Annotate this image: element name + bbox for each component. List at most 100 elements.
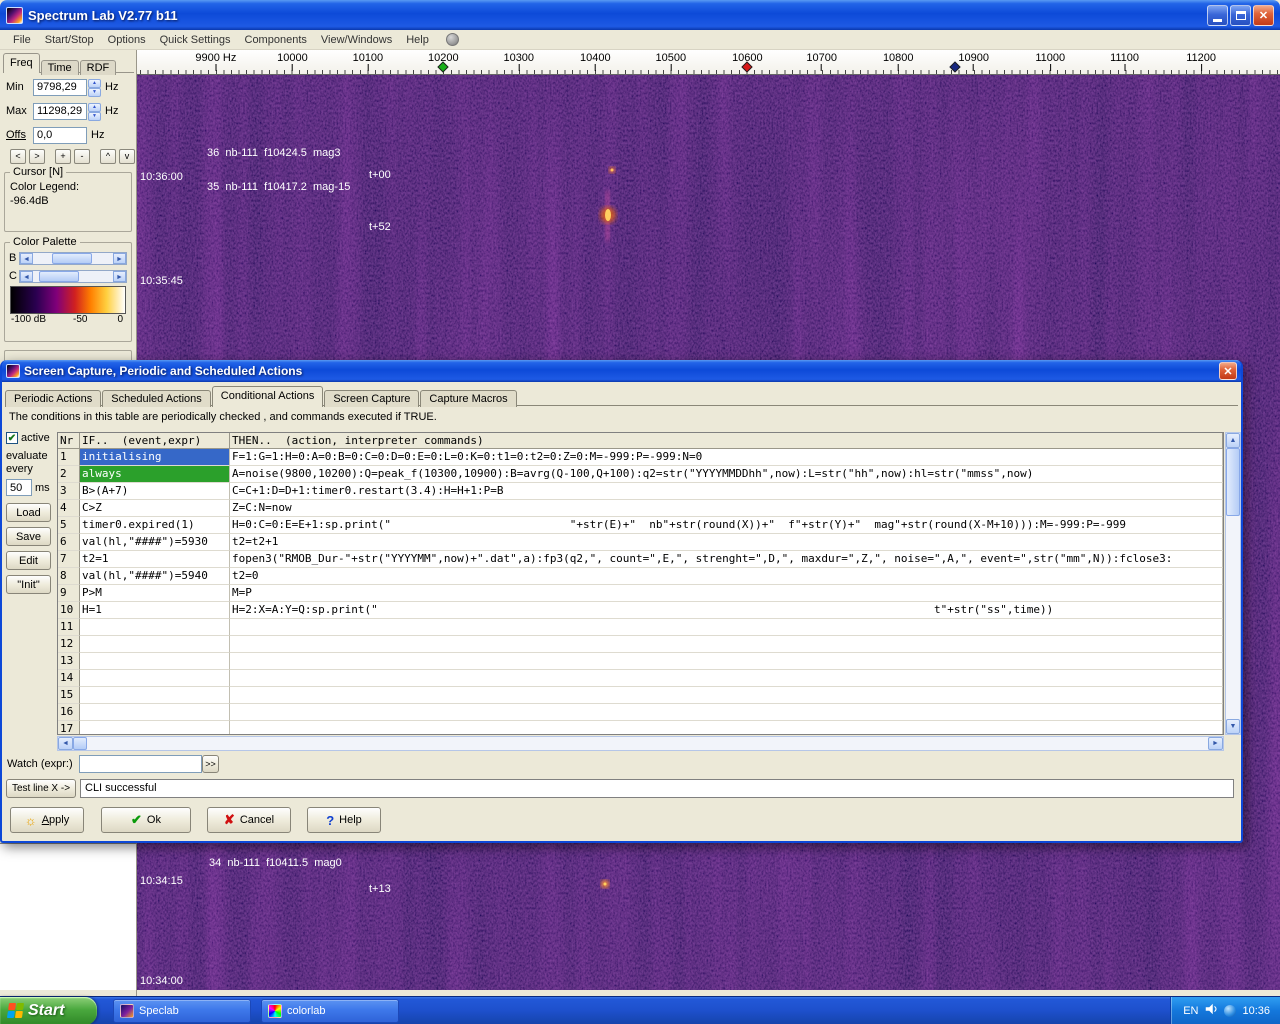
cancel-button[interactable]: ✘ Cancel [207, 807, 291, 833]
then-cell[interactable]: F=1:G=1:H=0:A=0:B=0:C=0:D=0:E=0:L=0:K=0:… [230, 449, 1223, 466]
menu-item[interactable]: View/Windows [314, 32, 399, 48]
scrollbar-thumb[interactable] [73, 737, 87, 750]
frequency-ruler[interactable]: 9900 Hz 10000 10100 10200 10300 10400 10500 106… [137, 50, 1280, 75]
interval-input[interactable] [6, 479, 32, 496]
then-cell[interactable] [230, 653, 1223, 670]
close-button[interactable]: ✕ [1253, 4, 1274, 26]
table-row[interactable]: 17 [58, 721, 1223, 734]
table-row[interactable]: 9 P>M M=P [58, 585, 1223, 602]
active-checkbox[interactable]: ✔ active [6, 432, 56, 444]
dialog-tab[interactable]: Capture Macros [420, 390, 517, 407]
test-line-button[interactable]: Test line X -> [6, 779, 76, 798]
if-cell[interactable]: t2=1 [80, 551, 230, 568]
minimize-button[interactable] [1207, 4, 1228, 26]
menu-item[interactable]: Options [101, 32, 153, 48]
table-row[interactable]: 6 val(hl,"####")=5930 t2=t2+1 [58, 534, 1223, 551]
dialog-tab[interactable]: Screen Capture [324, 390, 420, 407]
then-cell[interactable] [230, 619, 1223, 636]
spin-up-icon[interactable]: ▲ [88, 78, 101, 88]
scroll-right-icon[interactable]: ► [1208, 737, 1223, 750]
then-cell[interactable] [230, 687, 1223, 704]
dialog-close-button[interactable]: ✕ [1219, 362, 1237, 380]
if-cell[interactable]: initialising [80, 449, 230, 466]
table-vertical-scrollbar[interactable]: ▲ ▼ [1225, 432, 1241, 735]
spin-down-icon[interactable]: ▼ [88, 87, 101, 97]
if-cell[interactable] [80, 670, 230, 687]
watch-input[interactable] [79, 755, 202, 773]
table-row[interactable]: 14 [58, 670, 1223, 687]
contrast-slider[interactable]: ◄ ► [19, 269, 127, 283]
if-cell[interactable]: val(hl,"####")=5940 [80, 568, 230, 585]
brightness-slider[interactable]: ◄ ► [19, 251, 127, 265]
max-input[interactable] [33, 102, 87, 120]
checkbox-check-icon[interactable]: ✔ [6, 432, 18, 444]
dialog-tab[interactable]: Scheduled Actions [102, 390, 211, 407]
volume-icon[interactable] [1204, 1002, 1218, 1019]
menu-item[interactable]: Help [399, 32, 436, 48]
then-cell[interactable]: fopen3("RMOB_Dur-"+str("YYYYMM",now)+".d… [230, 551, 1223, 568]
dialog-titlebar[interactable]: Screen Capture, Periodic and Scheduled A… [2, 360, 1241, 382]
table-horizontal-scrollbar[interactable]: ◄ ► [57, 736, 1224, 751]
if-cell[interactable] [80, 704, 230, 721]
dialog-side-button[interactable]: Edit [6, 551, 51, 570]
if-cell[interactable]: timer0.expired(1) [80, 517, 230, 534]
table-row[interactable]: 12 [58, 636, 1223, 653]
then-cell[interactable]: t2=t2+1 [230, 534, 1223, 551]
then-cell[interactable]: t2=0 [230, 568, 1223, 585]
slider-right-icon[interactable]: ► [113, 270, 126, 282]
then-cell[interactable]: C=C+1:D=D+1:timer0.restart(3.4):H=H+1:P=… [230, 483, 1223, 500]
panel-tab[interactable]: Time [40, 60, 79, 75]
if-cell[interactable] [80, 687, 230, 704]
table-row[interactable]: 7 t2=1 fopen3("RMOB_Dur-"+str("YYYYMM",now… [58, 551, 1223, 568]
if-cell[interactable] [80, 653, 230, 670]
panel-tab[interactable]: Freq [3, 53, 40, 73]
spin-up-icon[interactable]: ▲ [88, 102, 101, 112]
if-cell[interactable]: B>(A+7) [80, 483, 230, 500]
if-cell[interactable]: P>M [80, 585, 230, 602]
scroll-up-icon[interactable]: ▲ [1226, 433, 1240, 448]
if-cell[interactable]: H=1 [80, 602, 230, 619]
help-button[interactable]: ? Help [307, 807, 381, 833]
scroll-down-icon[interactable]: ▼ [1226, 719, 1240, 734]
slider-thumb[interactable] [52, 252, 93, 264]
min-spinner[interactable]: ▲ ▼ [88, 78, 101, 97]
panel-tab[interactable]: RDF [79, 60, 117, 75]
dialog-tab[interactable]: Conditional Actions [211, 386, 324, 407]
menu-item[interactable]: Quick Settings [153, 32, 238, 48]
then-cell[interactable]: A=noise(9800,10200):Q=peak_f(10300,10900… [230, 466, 1223, 483]
if-cell[interactable] [80, 636, 230, 653]
table-row[interactable]: 4 C>Z Z=C:N=now [58, 500, 1223, 517]
dialog-side-button[interactable]: Save [6, 527, 51, 546]
language-indicator[interactable]: EN [1183, 1005, 1198, 1017]
slider-thumb[interactable] [39, 270, 80, 282]
then-cell[interactable] [230, 636, 1223, 653]
if-cell[interactable]: C>Z [80, 500, 230, 517]
scroll-left-icon[interactable]: ◄ [58, 737, 73, 750]
then-cell[interactable]: H=0:C=0:E=E+1:sp.print(" "+str(E)+" nb"+… [230, 517, 1223, 534]
scrollbar-thumb[interactable] [1226, 448, 1240, 516]
table-row[interactable]: 13 [58, 653, 1223, 670]
freq-nav-button[interactable]: ^ [100, 149, 116, 164]
then-cell[interactable] [230, 704, 1223, 721]
table-row[interactable]: 5 timer0.expired(1) H=0:C=0:E=E+1:sp.print… [58, 517, 1223, 534]
menu-item[interactable]: Components [238, 32, 314, 48]
dialog-tab[interactable]: Periodic Actions [5, 390, 102, 407]
then-cell[interactable]: H=2:X=A:Y=Q:sp.print(" t"+str("ss",time)… [230, 602, 1223, 619]
freq-nav-button[interactable]: < [10, 149, 26, 164]
if-cell[interactable] [80, 721, 230, 734]
taskbar-task[interactable]: Speclab [113, 998, 251, 1023]
main-titlebar[interactable]: Spectrum Lab V2.77 b11 ✕ [0, 0, 1280, 30]
then-cell[interactable]: Z=C:N=now [230, 500, 1223, 517]
table-row[interactable]: 1 initialising F=1:G=1:H=0:A=0:B=0:C=0:D=0… [58, 449, 1223, 466]
start-button[interactable]: Start [0, 996, 97, 1024]
offset-input[interactable] [33, 126, 87, 144]
then-cell[interactable]: M=P [230, 585, 1223, 602]
if-cell[interactable] [80, 619, 230, 636]
freq-nav-button[interactable]: - [74, 149, 90, 164]
table-row[interactable]: 8 val(hl,"####")=5940 t2=0 [58, 568, 1223, 585]
table-row[interactable]: 3 B>(A+7) C=C+1:D=D+1:timer0.restart(3.4):… [58, 483, 1223, 500]
apply-button[interactable]: ☼ Apply [10, 807, 84, 833]
then-cell[interactable] [230, 670, 1223, 687]
max-spinner[interactable]: ▲ ▼ [88, 102, 101, 121]
tray-app-icon[interactable] [1224, 1004, 1237, 1017]
